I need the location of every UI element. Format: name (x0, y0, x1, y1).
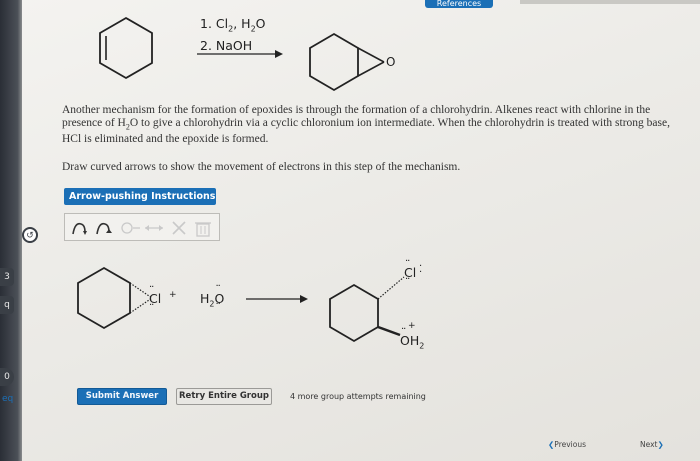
chloronium-chlorine: ·· Cl ·· (149, 282, 162, 311)
product-chlorine: ·· Cl ·· · · (404, 256, 423, 285)
curved-arrow-single-icon[interactable] (94, 219, 116, 237)
product-charge: + (408, 321, 416, 331)
cyclohexene-structure (99, 16, 153, 80)
arrow-pushing-instructions-button[interactable]: Arrow-pushing Instructions (64, 188, 216, 205)
sidebar-tab-2[interactable]: q (0, 296, 14, 314)
sidebar-label: eq (2, 394, 14, 404)
curved-arrow-double-icon[interactable] (70, 219, 92, 237)
question-paragraph: Another mechanism for the formation of e… (62, 104, 670, 146)
reagent-step-1: 1. Cl2, H2O (200, 16, 266, 34)
water-oxygen: ·· O ·· (214, 281, 225, 310)
delete-icon[interactable] (168, 219, 190, 237)
chloronium-charge: + (169, 290, 177, 300)
references-tab[interactable]: References (425, 0, 493, 8)
charge-icon[interactable] (119, 219, 141, 237)
sidebar-tab-1[interactable]: 3 (0, 268, 14, 286)
retry-group-button[interactable]: Retry Entire Group (176, 388, 272, 405)
undo-icon[interactable]: ↺ (22, 227, 38, 243)
reaction-arrow (197, 50, 283, 58)
epoxide-oxygen: O (386, 55, 396, 69)
previous-link[interactable]: ❮Previous (548, 440, 586, 449)
next-link[interactable]: Next❯ (640, 440, 664, 449)
drawing-toolbar (64, 213, 220, 241)
resonance-arrow-icon[interactable] (143, 219, 165, 237)
water-molecule: H2 ·· O ·· (200, 281, 225, 310)
question-instruction: Draw curved arrows to show the movement … (62, 161, 461, 173)
mechanism-arrow (246, 295, 308, 303)
sidebar-edge (0, 0, 22, 461)
trash-icon[interactable] (192, 219, 214, 237)
chevron-right-icon: ❯ (657, 440, 664, 449)
top-bar (520, 0, 700, 4)
product-water-group: ·· OH2 (400, 324, 425, 351)
attempts-remaining-text: 4 more group attempts remaining (290, 392, 426, 401)
submit-answer-button[interactable]: Submit Answer (77, 388, 167, 405)
